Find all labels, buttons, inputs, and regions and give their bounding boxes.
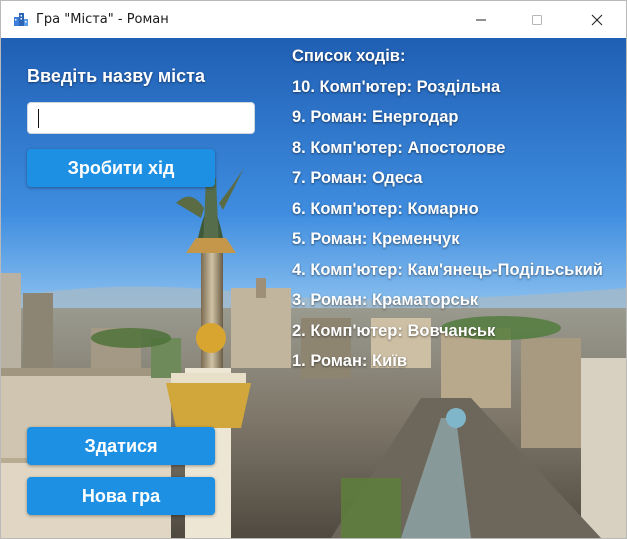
close-icon — [591, 14, 603, 25]
minimize-button[interactable] — [458, 1, 504, 38]
close-button[interactable] — [574, 1, 620, 38]
make-move-button[interactable]: Зробити хід — [27, 149, 215, 187]
give-up-button[interactable]: Здатися — [27, 427, 215, 465]
move-item: 7. Роман: Одеса — [292, 169, 423, 187]
move-item: 5. Роман: Кременчук — [292, 230, 460, 248]
city-name-label: Введіть назву міста — [27, 66, 205, 86]
title-bar[interactable]: Гра "Міста" - Роман — [1, 1, 626, 38]
move-item: 9. Роман: Енергодар — [292, 108, 459, 126]
moves-list-title: Список ходів: — [292, 47, 406, 65]
app-window: Гра "Міста" - Роман Введіть назву міста … — [0, 0, 627, 539]
window-title: Гра "Міста" - Роман — [36, 12, 169, 27]
game-panel: Введіть назву міста Зробити хід Список х… — [1, 38, 626, 538]
move-item: 10. Комп'ютер: Роздільна — [292, 77, 501, 96]
city-name-input[interactable] — [27, 102, 255, 134]
text-caret — [38, 109, 39, 128]
move-item: 2. Комп'ютер: Вовчанськ — [292, 321, 496, 340]
minimize-icon — [476, 19, 486, 20]
move-item: 6. Комп'ютер: Комарно — [292, 199, 479, 218]
maximize-button[interactable] — [514, 1, 560, 38]
new-game-button[interactable]: Нова гра — [27, 477, 215, 515]
maximize-icon — [532, 14, 542, 25]
city-buildings-icon — [14, 13, 28, 26]
move-item: 4. Комп'ютер: Кам'янець-Подільський — [292, 260, 603, 279]
move-item: 8. Комп'ютер: Апостолове — [292, 138, 506, 157]
move-item: 1. Роман: Київ — [292, 352, 408, 370]
move-item: 3. Роман: Краматорськ — [292, 291, 479, 309]
moves-list: Список ходів: 10. Комп'ютер: Роздільна 9… — [292, 44, 622, 380]
